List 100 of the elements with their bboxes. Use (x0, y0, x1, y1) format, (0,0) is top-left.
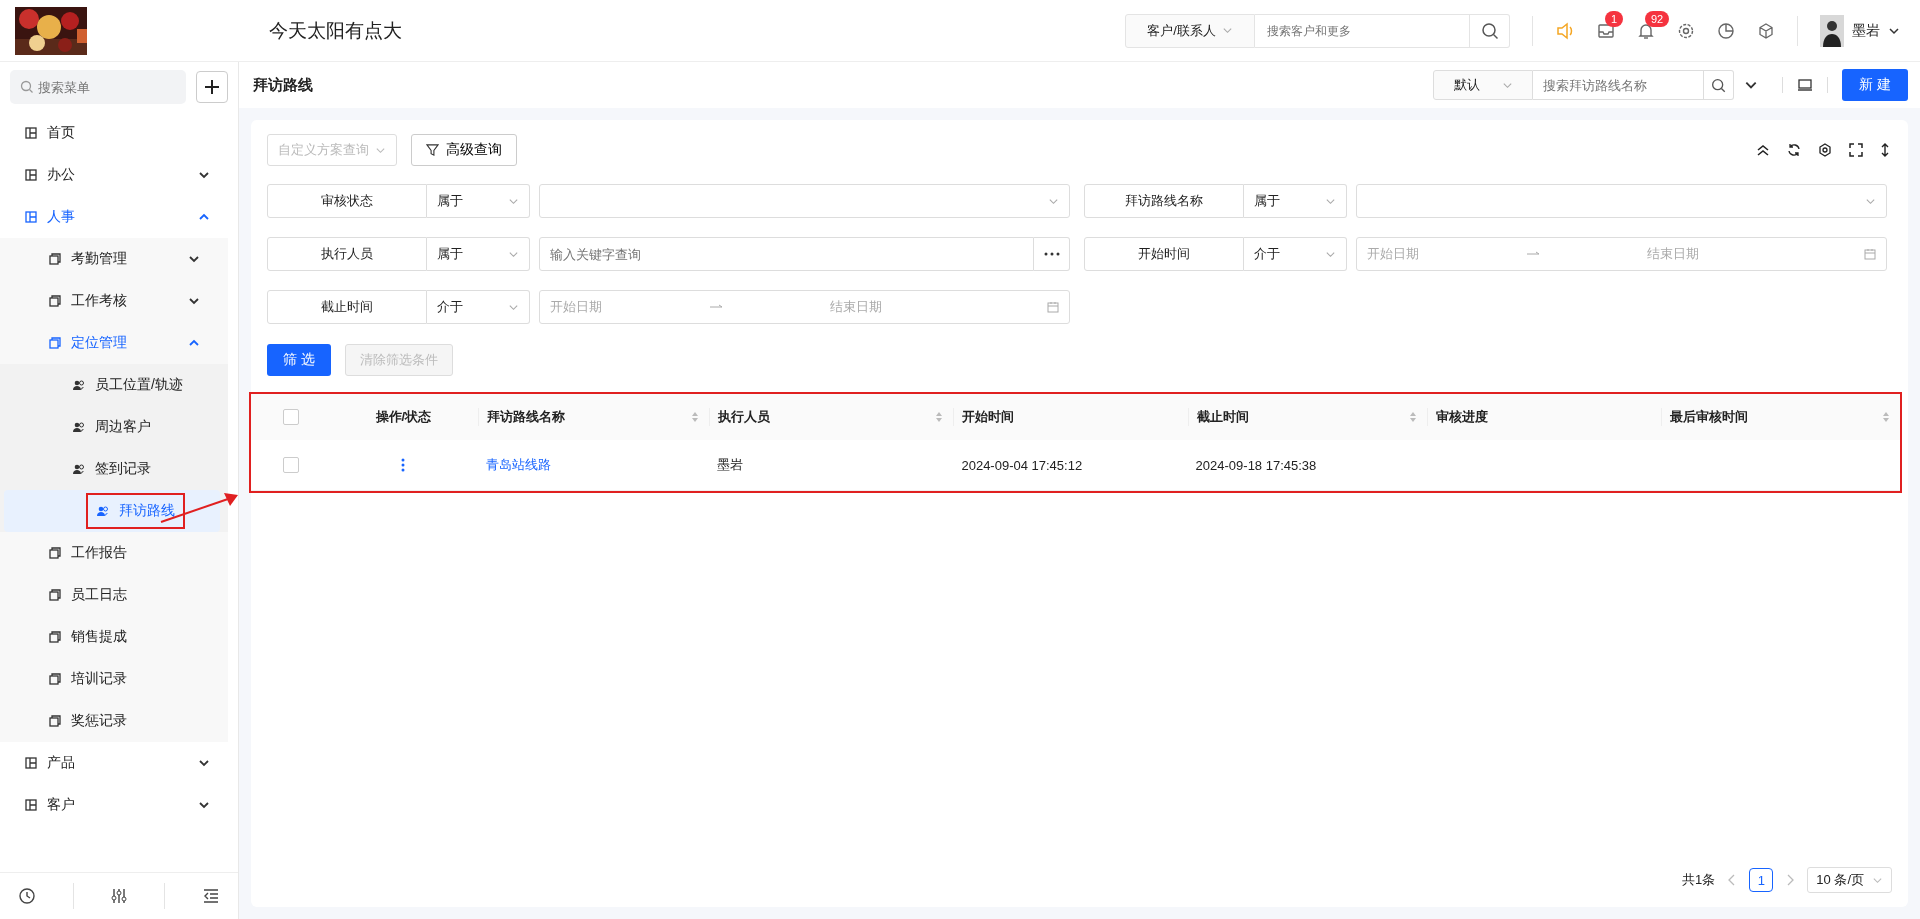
avatar[interactable] (1820, 14, 1844, 47)
filter-icon (426, 143, 439, 157)
vertical-arrows-icon[interactable] (1880, 143, 1890, 157)
column-header: 截止时间 (1196, 408, 1249, 426)
filter-label: 截止时间 (267, 290, 427, 324)
fullscreen-icon[interactable] (1849, 143, 1863, 157)
search-field[interactable]: 搜索客户和更多 (1255, 13, 1470, 48)
chevron-down-icon (188, 253, 200, 265)
search-field[interactable]: 搜索拜访路线名称 (1533, 70, 1704, 100)
menu-item[interactable]: 工作考核 (0, 280, 228, 322)
route-link[interactable]: 青岛站线路 (486, 456, 552, 474)
refresh-icon[interactable] (1787, 143, 1801, 157)
count-badge: 92 (1645, 10, 1670, 27)
checkbox[interactable] (282, 457, 299, 473)
more-icon (1043, 252, 1060, 256)
plus-icon (204, 79, 220, 95)
inbox-icon[interactable] (1597, 21, 1615, 40)
column-header: 执行人员 (718, 408, 771, 426)
operator-select[interactable]: 属于 (427, 237, 530, 271)
collapse-menu-icon[interactable] (201, 887, 220, 905)
menu-item[interactable]: 签到记录 (0, 448, 228, 490)
menu-item[interactable]: 定位管理 (0, 322, 228, 364)
advanced-query-button[interactable]: 高级查询 (411, 134, 517, 166)
search-button[interactable] (1470, 13, 1510, 48)
filter-label: 开始时间 (1084, 237, 1244, 271)
menu-search-field[interactable]: 搜索菜单 (10, 70, 186, 104)
search-button[interactable] (1704, 70, 1734, 100)
new-button[interactable]: 新 建 (1842, 69, 1908, 101)
menu-item[interactable]: 拜访路线 (4, 490, 220, 532)
page-button[interactable]: 1 (1749, 868, 1774, 892)
menu-item[interactable]: 销售提成 (0, 616, 228, 658)
calendar-icon (1864, 248, 1876, 260)
operator-select[interactable]: 属于 (427, 184, 530, 218)
menu-item[interactable]: 培训记录 (0, 658, 228, 700)
people-icon (72, 420, 86, 434)
app-title: 今天太阳有点大 (269, 18, 402, 43)
cube-icon[interactable] (1757, 21, 1775, 40)
menu-item[interactable]: 首页 (0, 112, 238, 154)
column-header: 开始时间 (962, 408, 1015, 426)
chevron-down-icon (198, 757, 210, 769)
chevron-down-icon (198, 169, 210, 181)
column-header: 最后审核时间 (1669, 408, 1748, 426)
count-badge: 1 (1605, 10, 1624, 27)
menu-item[interactable]: 员工位置/轨迹 (0, 364, 228, 406)
people-icon (72, 378, 86, 392)
operator-select[interactable]: 属于 (1244, 184, 1347, 218)
search-icon (1711, 77, 1726, 93)
keyword-field[interactable]: 输入关键字查询 (539, 237, 1034, 271)
scheme-select[interactable]: 默认 (1433, 70, 1533, 100)
arrow-right-icon (1527, 251, 1541, 257)
menu-icon (24, 168, 38, 182)
more-vertical-icon[interactable] (401, 458, 406, 472)
filter-button[interactable]: 筛 选 (267, 344, 331, 376)
scope-select[interactable]: 客户/联系人 (1125, 13, 1255, 48)
double-chevron-up-icon[interactable] (1756, 143, 1770, 157)
menu-item[interactable]: 人事 (0, 196, 238, 238)
chevron-down-icon (188, 295, 200, 307)
page-size-select[interactable]: 10 条/页 (1807, 867, 1892, 893)
column-header: 拜访路线名称 (487, 408, 566, 426)
pie-chart-icon[interactable] (1717, 21, 1735, 40)
settings-icon[interactable] (1818, 143, 1832, 157)
chevron-down-icon (198, 799, 210, 811)
chevron-down-icon (1221, 25, 1233, 36)
menu-item[interactable]: 产品 (0, 742, 238, 784)
menu-item[interactable]: 办公 (0, 154, 238, 196)
menu-item[interactable]: 工作报告 (0, 532, 228, 574)
highlight-frame: 拜访路线 (86, 493, 185, 529)
add-button[interactable] (196, 71, 228, 103)
menu-icon (24, 210, 38, 224)
column-header: 操作/状态 (375, 408, 432, 426)
document-icon (48, 630, 62, 644)
page-title: 拜访路线 (253, 75, 313, 95)
people-icon (72, 462, 86, 476)
menu-item[interactable]: 员工日志 (0, 574, 228, 616)
arrow-right-icon (710, 304, 724, 310)
checkbox[interactable] (282, 409, 299, 425)
table-cell: 2024-09-18 17:45:38 (1195, 457, 1317, 473)
menu-item[interactable]: 奖惩记录 (0, 700, 228, 742)
operator-select[interactable]: 介于 (427, 290, 530, 324)
user-name[interactable]: 墨岩 (1852, 21, 1880, 40)
sliders-icon[interactable] (109, 887, 128, 905)
document-icon (48, 294, 62, 308)
menu-icon (24, 126, 38, 140)
history-icon[interactable] (18, 887, 37, 905)
document-icon (48, 336, 62, 350)
search-icon (1480, 21, 1499, 40)
menu-item[interactable]: 周边客户 (0, 406, 228, 448)
document-icon (48, 252, 62, 266)
bell-icon[interactable] (1637, 21, 1655, 40)
document-icon (48, 672, 62, 686)
calendar-icon (1047, 301, 1059, 313)
column-header: 审核进度 (1435, 408, 1488, 426)
operator-select[interactable]: 介于 (1244, 237, 1347, 271)
menu-item[interactable]: 客户 (0, 784, 238, 826)
search-icon (20, 80, 34, 94)
menu-item[interactable]: 考勤管理 (0, 238, 228, 280)
filter-label: 执行人员 (267, 237, 427, 271)
monitor-icon[interactable] (1797, 77, 1813, 93)
table-cell: 墨岩 (717, 456, 744, 474)
table-cell: 2024-09-04 17:45:12 (961, 457, 1083, 473)
